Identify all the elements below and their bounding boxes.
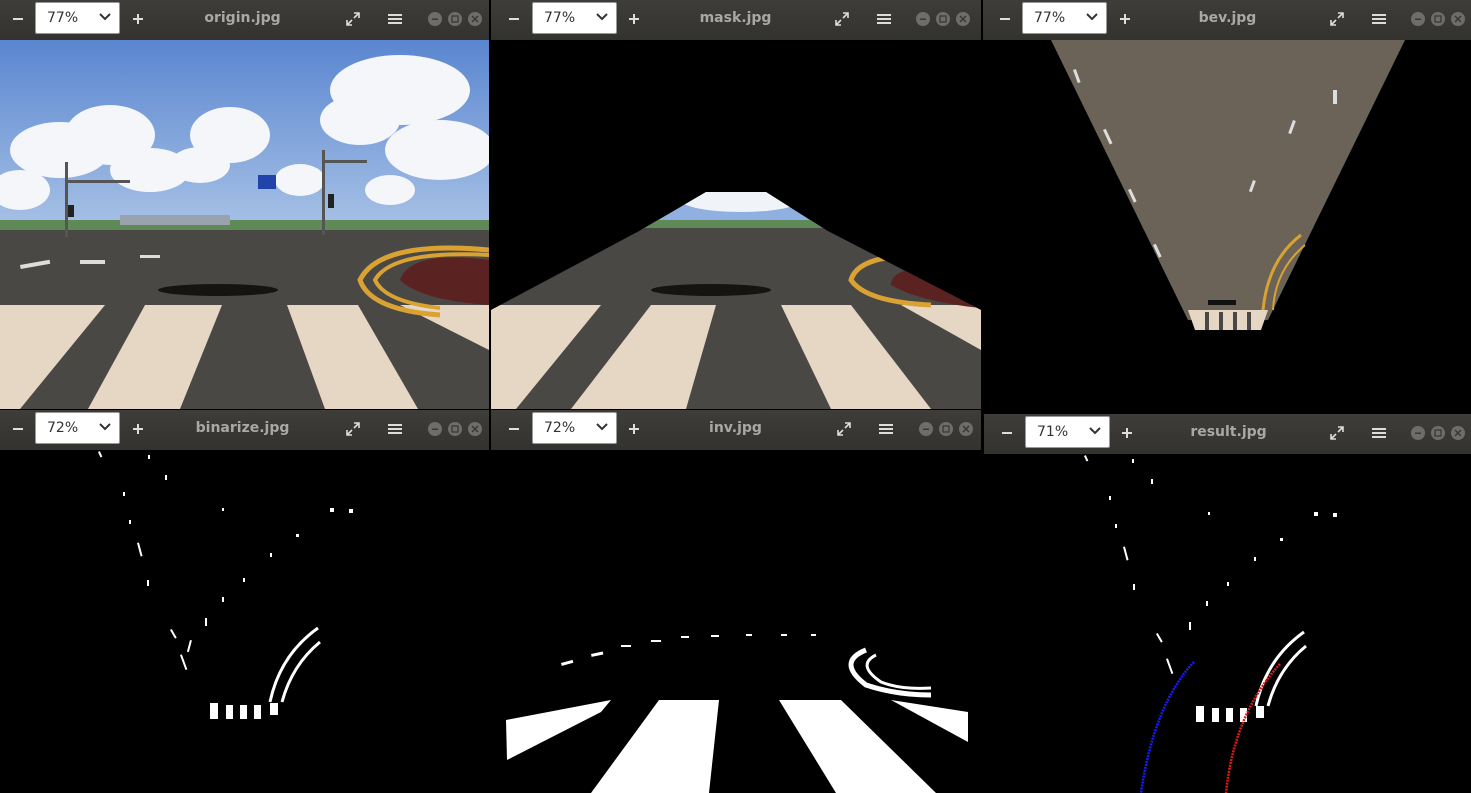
zoom-value: 72% xyxy=(47,420,79,436)
minimize-icon[interactable] xyxy=(428,12,442,26)
zoom-select[interactable]: 72% xyxy=(532,412,617,444)
minus-icon[interactable] xyxy=(5,6,31,32)
plus-icon[interactable] xyxy=(125,416,151,442)
expand-icon[interactable] xyxy=(340,6,366,32)
image-window-origin: 77% origin.jpg xyxy=(0,0,489,409)
image-window-result: 71% result.jpg xyxy=(984,414,1471,793)
expand-icon[interactable] xyxy=(1324,6,1350,32)
zoom-value: 71% xyxy=(1037,424,1069,440)
chevron-down-icon xyxy=(1089,427,1101,435)
zoom-select[interactable]: 77% xyxy=(1022,2,1107,34)
close-icon[interactable] xyxy=(468,422,482,436)
zoom-value: 77% xyxy=(544,10,576,26)
image-canvas xyxy=(984,454,1471,793)
hamburger-menu-icon[interactable] xyxy=(871,6,897,32)
minimize-icon[interactable] xyxy=(428,422,442,436)
minimize-icon[interactable] xyxy=(919,422,933,436)
window-title: mask.jpg xyxy=(699,10,772,26)
minimize-icon[interactable] xyxy=(1411,426,1425,440)
window-title: inv.jpg xyxy=(709,420,762,436)
hamburger-menu-icon[interactable] xyxy=(1366,420,1392,446)
maximize-icon[interactable] xyxy=(1431,12,1445,26)
image-window-inv: 72% inv.jpg xyxy=(491,410,981,793)
chevron-down-icon xyxy=(596,423,608,431)
hamburger-menu-icon[interactable] xyxy=(1366,6,1392,32)
zoom-select[interactable]: 77% xyxy=(35,2,120,34)
zoom-select[interactable]: 71% xyxy=(1025,416,1110,448)
window-titlebar[interactable]: 77% mask.jpg xyxy=(491,0,981,41)
window-titlebar[interactable]: 77% origin.jpg xyxy=(0,0,489,41)
window-titlebar[interactable]: 71% result.jpg xyxy=(984,414,1471,455)
chevron-down-icon xyxy=(596,13,608,21)
expand-icon[interactable] xyxy=(829,6,855,32)
image-canvas xyxy=(491,450,981,793)
chevron-down-icon xyxy=(1086,13,1098,21)
chevron-down-icon xyxy=(99,423,111,431)
minus-icon[interactable] xyxy=(501,416,527,442)
window-title: origin.jpg xyxy=(204,10,281,26)
hamburger-menu-icon[interactable] xyxy=(382,6,408,32)
minimize-icon[interactable] xyxy=(916,12,930,26)
image-window-bev: 77% bev.jpg xyxy=(983,0,1471,409)
plus-icon[interactable] xyxy=(621,6,647,32)
zoom-select[interactable]: 72% xyxy=(35,412,120,444)
zoom-value: 72% xyxy=(544,420,576,436)
close-icon[interactable] xyxy=(956,12,970,26)
window-title: bev.jpg xyxy=(1198,10,1257,26)
maximize-icon[interactable] xyxy=(939,422,953,436)
close-icon[interactable] xyxy=(959,422,973,436)
maximize-icon[interactable] xyxy=(936,12,950,26)
window-titlebar[interactable]: 72% inv.jpg xyxy=(491,410,981,451)
minus-icon[interactable] xyxy=(992,6,1018,32)
window-titlebar[interactable]: 72% binarize.jpg xyxy=(0,410,489,451)
plus-icon[interactable] xyxy=(1112,6,1138,32)
expand-icon[interactable] xyxy=(340,416,366,442)
plus-icon[interactable] xyxy=(125,6,151,32)
maximize-icon[interactable] xyxy=(448,422,462,436)
hamburger-menu-icon[interactable] xyxy=(382,416,408,442)
chevron-down-icon xyxy=(99,13,111,21)
image-canvas xyxy=(0,450,489,793)
minimize-icon[interactable] xyxy=(1411,12,1425,26)
image-canvas xyxy=(491,40,981,409)
image-window-binarize: 72% binarize.jpg xyxy=(0,410,489,793)
plus-icon[interactable] xyxy=(621,416,647,442)
image-canvas xyxy=(983,40,1471,409)
image-canvas xyxy=(0,40,489,409)
minus-icon[interactable] xyxy=(5,416,31,442)
image-window-mask: 77% mask.jpg xyxy=(491,0,981,409)
minus-icon[interactable] xyxy=(994,420,1020,446)
window-title: result.jpg xyxy=(1190,424,1267,440)
close-icon[interactable] xyxy=(468,12,482,26)
window-titlebar[interactable]: 77% bev.jpg xyxy=(983,0,1471,41)
expand-icon[interactable] xyxy=(1324,420,1350,446)
hamburger-menu-icon[interactable] xyxy=(873,416,899,442)
close-icon[interactable] xyxy=(1451,12,1465,26)
zoom-select[interactable]: 77% xyxy=(532,2,617,34)
expand-icon[interactable] xyxy=(831,416,857,442)
zoom-value: 77% xyxy=(47,10,79,26)
maximize-icon[interactable] xyxy=(448,12,462,26)
zoom-value: 77% xyxy=(1034,10,1066,26)
maximize-icon[interactable] xyxy=(1431,426,1445,440)
close-icon[interactable] xyxy=(1451,426,1465,440)
minus-icon[interactable] xyxy=(501,6,527,32)
plus-icon[interactable] xyxy=(1114,420,1140,446)
window-title: binarize.jpg xyxy=(195,420,290,436)
